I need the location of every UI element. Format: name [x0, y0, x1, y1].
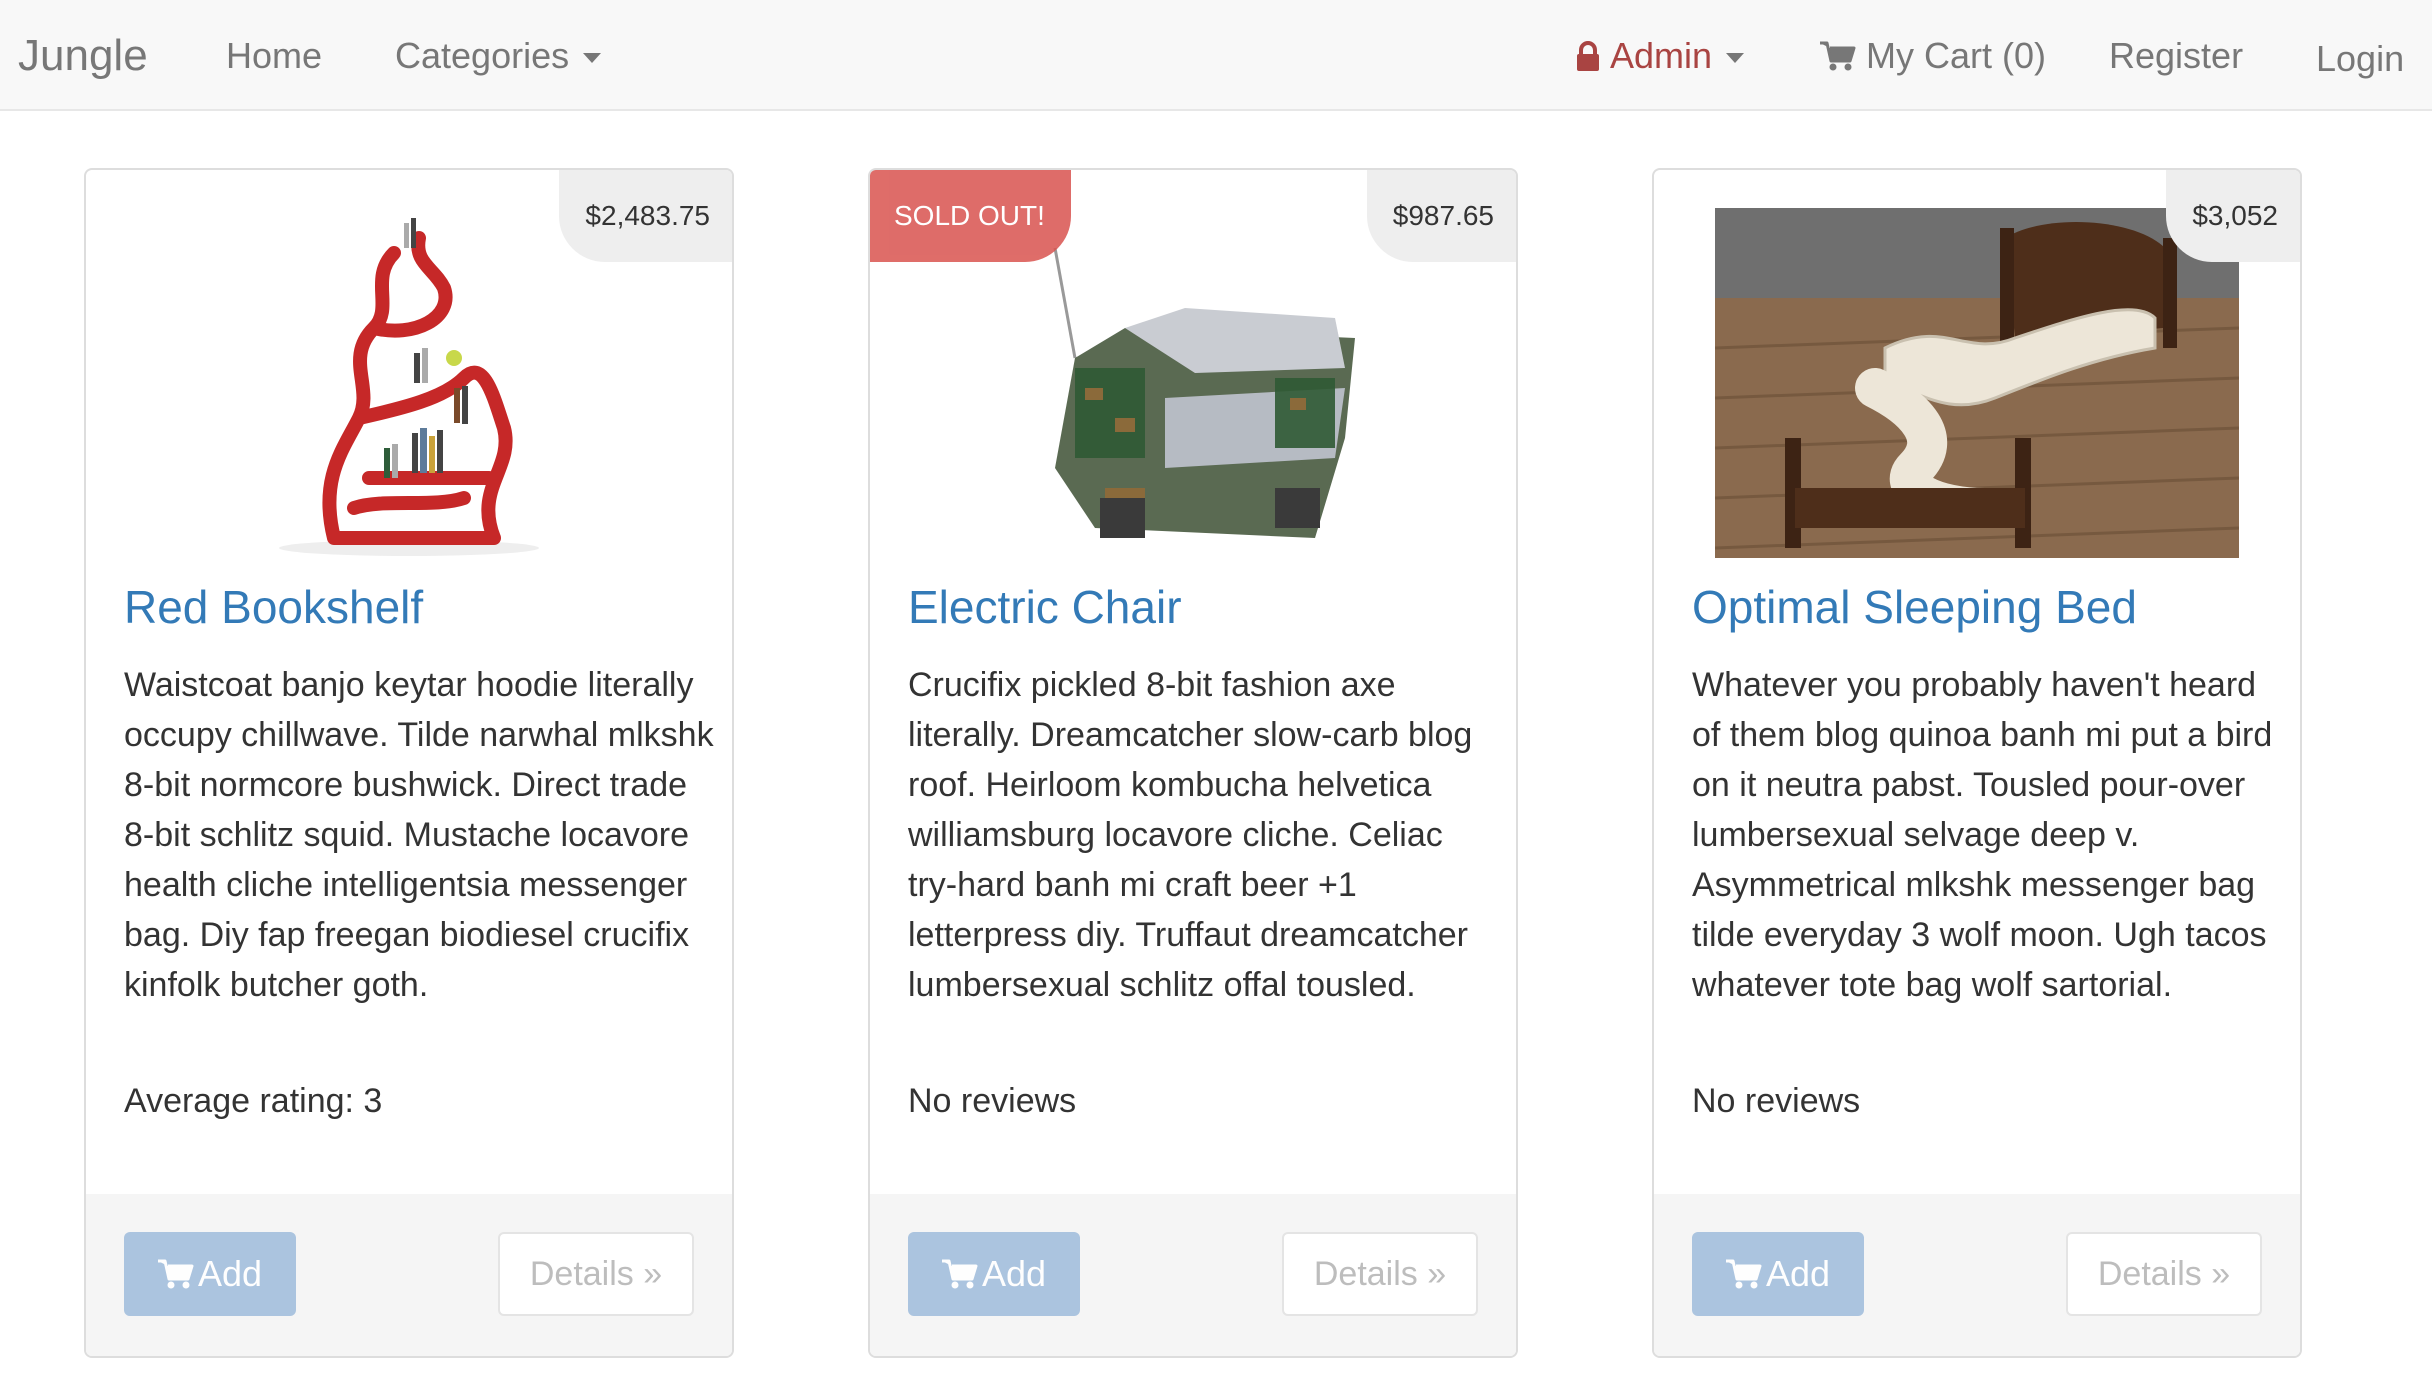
- product-description: Crucifix pickled 8-bit fashion axe liter…: [908, 666, 1473, 1004]
- add-button-label: Add: [1765, 1253, 1831, 1294]
- product-title-link[interactable]: Electric Chair: [908, 580, 1182, 634]
- nav-cart[interactable]: My Cart (0): [1820, 0, 2046, 111]
- product-description: Whatever you probably haven't heard of t…: [1692, 666, 2273, 1004]
- nav-home[interactable]: Home: [226, 0, 322, 111]
- card-footer: Add Details »: [86, 1194, 732, 1356]
- nav-categories-dropdown[interactable]: Categories: [395, 0, 602, 111]
- add-button-label: Add: [981, 1253, 1047, 1294]
- price-tag: $987.65: [1366, 170, 1516, 262]
- product-card: $2,483.75 Red Bookshelf Waistcoat banjo …: [84, 168, 734, 1358]
- add-to-cart-button[interactable]: Add: [908, 1232, 1080, 1316]
- sold-out-badge: SOLD OUT!: [870, 170, 1071, 262]
- product-description: Waistcoat banjo keytar hoodie literally …: [124, 666, 714, 1004]
- nav-login[interactable]: Login: [2316, 0, 2404, 111]
- shopping-cart-icon: [1725, 1259, 1762, 1289]
- details-button[interactable]: Details »: [2066, 1232, 2262, 1316]
- price-tag: $3,052: [2166, 170, 2300, 262]
- details-button[interactable]: Details »: [498, 1232, 694, 1316]
- nav-admin-dropdown[interactable]: Admin: [1576, 0, 1745, 111]
- nav-register[interactable]: Register: [2109, 0, 2243, 111]
- product-card: SOLD OUT! $987.65 Electric Chair Crucifi…: [868, 168, 1518, 1358]
- product-rating: Average rating: 3: [124, 1082, 383, 1120]
- product-rating: No reviews: [1692, 1082, 1861, 1120]
- lock-icon: [1577, 40, 1599, 71]
- shopping-cart-icon: [1820, 41, 1856, 70]
- add-button-label: Add: [197, 1253, 263, 1294]
- card-footer: Add Details »: [870, 1194, 1516, 1356]
- nav-categories-label: Categories: [395, 34, 570, 76]
- card-footer: Add Details »: [1654, 1194, 2300, 1356]
- product-rating: No reviews: [908, 1082, 1077, 1120]
- product-title-link[interactable]: Optimal Sleeping Bed: [1692, 580, 2137, 634]
- shopping-cart-icon: [941, 1259, 978, 1289]
- navbar: Jungle Home Categories Admin My Cart (0)…: [0, 0, 2432, 111]
- product-image-electric-chair[interactable]: [1015, 208, 1371, 558]
- product-image-red-bookshelf[interactable]: [264, 208, 554, 558]
- price-tag: $2,483.75: [559, 170, 732, 262]
- product-card: $3,052 Optimal Sleeping Bed Whatever you…: [1652, 168, 2302, 1358]
- shopping-cart-icon: [157, 1259, 194, 1289]
- product-image-optimal-sleeping-bed[interactable]: [1715, 208, 2239, 558]
- add-to-cart-button[interactable]: Add: [1692, 1232, 1864, 1316]
- product-title-link[interactable]: Red Bookshelf: [124, 580, 423, 634]
- brand-link[interactable]: Jungle: [18, 0, 148, 111]
- nav-cart-label: My Cart (0): [1866, 34, 2046, 76]
- chevron-down-icon: [1726, 52, 1745, 63]
- chevron-down-icon: [583, 52, 602, 63]
- nav-admin-label: Admin: [1610, 34, 1713, 76]
- details-button[interactable]: Details »: [1282, 1232, 1478, 1316]
- add-to-cart-button[interactable]: Add: [124, 1232, 296, 1316]
